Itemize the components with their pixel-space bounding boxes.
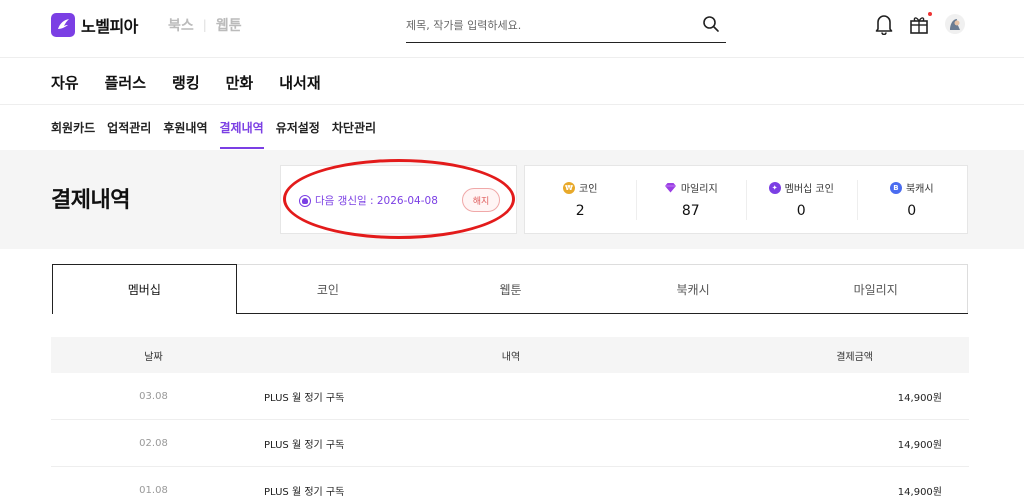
top-header: 노벨피아 북스 | 웹툰 xyxy=(0,0,1024,58)
balance-bookcash: B 북캐시 0 xyxy=(856,166,968,233)
row-date: 03.08 xyxy=(139,390,168,402)
notification-dot xyxy=(928,12,932,16)
main-nav-ranking[interactable]: 랭킹 xyxy=(172,72,200,93)
column-header-amount: 결제금액 xyxy=(836,351,873,363)
payment-type-tabs: 멤버십 코인 웹툰 북캐시 마일리지 xyxy=(52,264,968,314)
bookcash-icon: B xyxy=(889,181,902,194)
balance-mileage: 마일리지 87 xyxy=(635,166,747,233)
page-title: 결제내역 xyxy=(51,188,130,213)
cancel-subscription-button[interactable]: 해지 xyxy=(462,188,500,212)
row-amount: 14,900원 xyxy=(897,439,942,451)
logo-wing-icon xyxy=(51,13,75,37)
gift-icon[interactable] xyxy=(908,12,932,39)
renewal-date-text: 다음 갱신일 : 2026-04-08 xyxy=(315,195,438,207)
row-date: 02.08 xyxy=(139,437,168,449)
row-amount: 14,900원 xyxy=(897,392,942,404)
row-amount: 14,900원 xyxy=(897,486,942,498)
brand-separator: | xyxy=(202,18,207,32)
sub-nav-user-settings[interactable]: 유저설정 xyxy=(276,119,320,149)
column-header-date: 날짜 xyxy=(144,351,163,363)
tab-coin[interactable]: 코인 xyxy=(237,265,420,314)
balance-label: 마일리지 xyxy=(680,184,718,195)
main-nav-comics[interactable]: 만화 xyxy=(226,72,254,93)
balance-value: 0 xyxy=(796,203,806,219)
tab-membership[interactable]: 멤버십 xyxy=(52,264,237,314)
search-bar xyxy=(406,10,726,43)
sub-nav-achievements[interactable]: 업적관리 xyxy=(107,119,151,149)
row-description: PLUS 월 정기 구독 xyxy=(264,439,345,451)
bell-icon[interactable] xyxy=(874,13,894,39)
brand-link-webtoon[interactable]: 웹툰 xyxy=(216,15,242,35)
sub-nav-donations[interactable]: 후원내역 xyxy=(163,119,207,149)
brand-link-books[interactable]: 북스 xyxy=(168,15,194,35)
main-nav: 자유 플러스 랭킹 만화 내서재 xyxy=(51,72,347,93)
account-sub-nav: 회원카드 업적관리 후원내역 결제내역 유저설정 차단관리 xyxy=(51,119,388,149)
row-description: PLUS 월 정기 구독 xyxy=(264,486,345,498)
balance-label: 코인 xyxy=(579,184,598,195)
main-nav-free[interactable]: 자유 xyxy=(51,72,79,93)
balance-label: 멤버십 코인 xyxy=(784,184,834,195)
tab-webtoon[interactable]: 웹툰 xyxy=(419,265,602,314)
membership-renewal-card: 다음 갱신일 : 2026-04-08 해지 xyxy=(280,165,517,234)
divider xyxy=(0,104,1024,105)
balance-value: 87 xyxy=(681,203,700,219)
table-row: 01.08 PLUS 월 정기 구독 14,900원 xyxy=(51,467,969,498)
row-description: PLUS 월 정기 구독 xyxy=(264,392,345,404)
column-header-description: 내역 xyxy=(501,351,521,363)
table-row: 03.08 PLUS 월 정기 구독 14,900원 xyxy=(51,373,969,420)
sub-nav-payments[interactable]: 결제내역 xyxy=(219,119,264,149)
header-icon-group xyxy=(874,12,980,39)
membership-coin-icon: ✦ xyxy=(768,181,781,194)
balance-summary: ₩ 코인 2 마일리지 87 ✦ 멤버십 코인 0 B 북캐시 0 xyxy=(524,165,968,234)
sub-brand-links: 북스 | 웹툰 xyxy=(168,15,242,35)
balance-coin: ₩ 코인 2 xyxy=(525,166,636,233)
gem-icon xyxy=(664,182,677,194)
table-header: 날짜 내역 결제금액 xyxy=(51,337,969,373)
search-icon[interactable] xyxy=(702,15,720,37)
main-nav-plus[interactable]: 플러스 xyxy=(105,72,146,93)
logo[interactable]: 노벨피아 xyxy=(51,13,138,37)
balance-label: 북캐시 xyxy=(905,184,934,195)
renewal-info: 다음 갱신일 : 2026-04-08 xyxy=(299,193,438,208)
avatar[interactable] xyxy=(944,13,966,39)
main-nav-library[interactable]: 내서재 xyxy=(279,72,320,93)
table-row: 02.08 PLUS 월 정기 구독 14,900원 xyxy=(51,420,969,467)
balance-value: 2 xyxy=(575,203,585,219)
coin-icon: ₩ xyxy=(563,181,576,194)
sub-nav-member-card[interactable]: 회원카드 xyxy=(51,119,95,149)
logo-text: 노벨피아 xyxy=(81,17,138,36)
balance-membership-coin: ✦ 멤버십 코인 0 xyxy=(746,166,857,233)
tab-mileage[interactable]: 마일리지 xyxy=(784,265,967,314)
balance-value: 0 xyxy=(907,203,917,219)
membership-icon xyxy=(299,194,311,207)
search-input[interactable] xyxy=(406,10,686,40)
sub-nav-block-management[interactable]: 차단관리 xyxy=(332,119,376,149)
row-date: 01.08 xyxy=(139,484,168,496)
tab-bookcash[interactable]: 북캐시 xyxy=(602,265,785,314)
